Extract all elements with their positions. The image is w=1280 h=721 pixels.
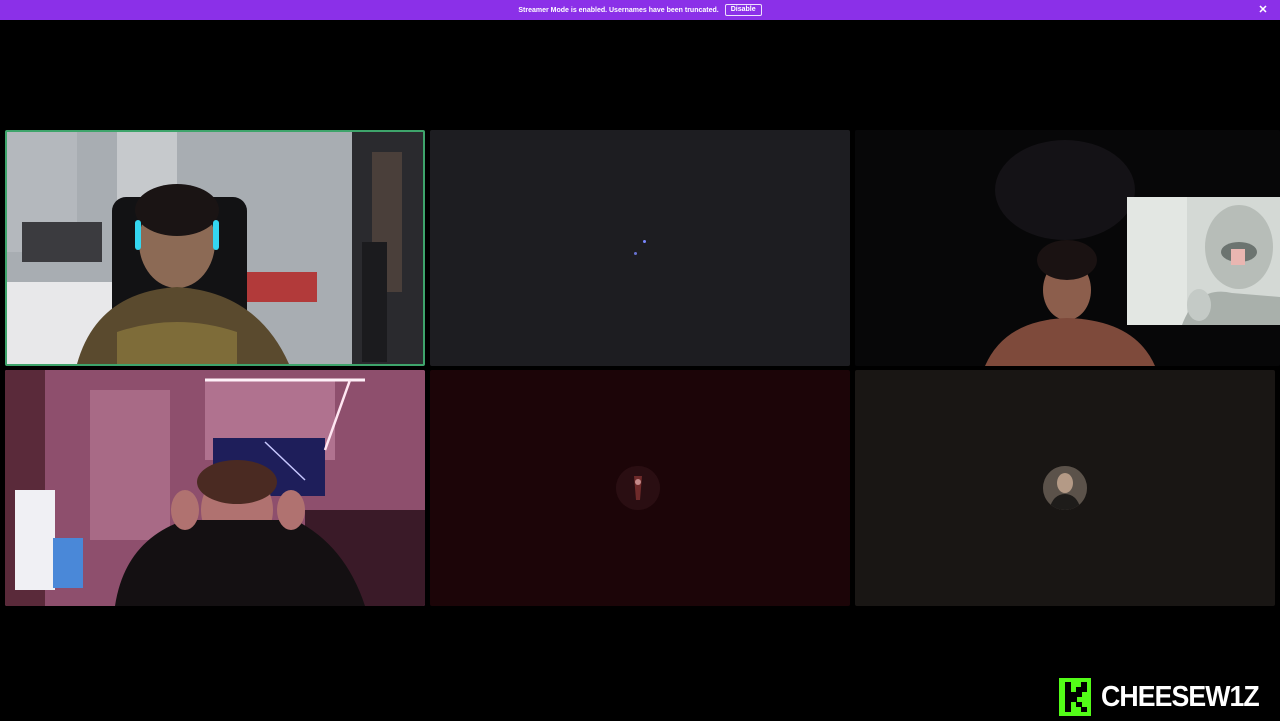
streamer-mode-banner: Streamer Mode is enabled. Usernames have… (0, 0, 1280, 20)
streamer-mode-message: Streamer Mode is enabled. Usernames have… (518, 7, 718, 14)
kick-logo-icon (1059, 678, 1091, 716)
avatar-image (1043, 466, 1087, 510)
participant-avatar (616, 466, 660, 510)
participant-avatar (1043, 466, 1087, 510)
channel-watermark: CHEESEW1Z (1059, 678, 1272, 716)
disable-streamer-mode-button[interactable]: Disable (725, 4, 762, 16)
picture-in-picture-video[interactable] (1127, 197, 1280, 325)
participant-video-1-feed (7, 132, 423, 364)
participant-video-5[interactable] (430, 370, 850, 606)
picture-in-picture-feed (1127, 197, 1280, 325)
participant-video-6[interactable] (855, 370, 1275, 606)
streamer-name: CHEESEW1Z (1101, 681, 1259, 714)
participant-video-2[interactable] (430, 130, 850, 366)
avatar-image (616, 466, 660, 510)
participant-video-4-feed (5, 370, 425, 606)
loading-spinner-icon (643, 240, 646, 243)
loading-spinner-dot (634, 252, 637, 255)
close-icon[interactable]: ✕ (1256, 3, 1270, 17)
participant-video-4[interactable] (5, 370, 425, 606)
participant-video-1[interactable] (5, 130, 425, 366)
